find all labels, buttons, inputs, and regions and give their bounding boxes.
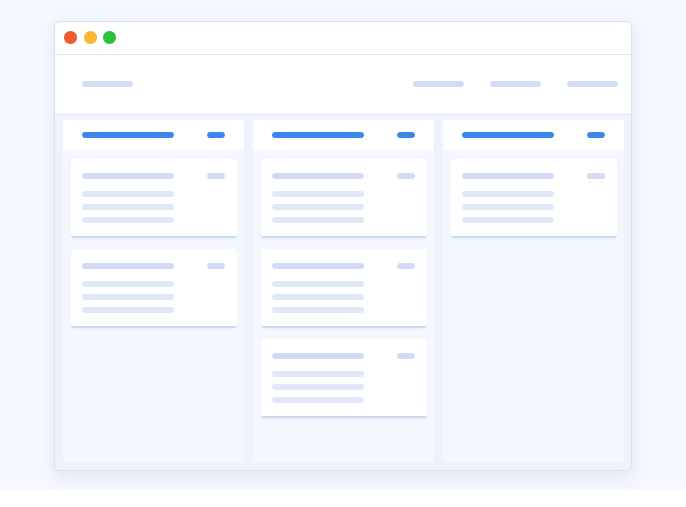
- card-title-placeholder: [82, 173, 174, 179]
- column-count-badge: [207, 132, 225, 138]
- card-text-line: [272, 397, 364, 403]
- task-card[interactable]: [261, 339, 427, 418]
- window-titlebar: [55, 22, 631, 55]
- app-window: [54, 21, 632, 471]
- board-column-3: [443, 120, 624, 462]
- close-window-button[interactable]: [64, 31, 77, 44]
- task-card[interactable]: [71, 159, 237, 238]
- column-header: [63, 120, 244, 150]
- nav-logo-placeholder[interactable]: [82, 81, 133, 87]
- column-title-placeholder[interactable]: [82, 132, 174, 138]
- card-text-line: [272, 371, 364, 377]
- card-text-line: [462, 191, 554, 197]
- card-title-placeholder: [272, 263, 364, 269]
- board-column-2: [253, 120, 434, 462]
- card-text-line: [82, 204, 174, 210]
- card-text-line: [462, 217, 554, 223]
- card-text-line: [82, 281, 174, 287]
- card-title-placeholder: [462, 173, 554, 179]
- column-count-badge: [397, 132, 415, 138]
- kanban-board: [55, 115, 631, 470]
- task-card[interactable]: [261, 159, 427, 238]
- task-card[interactable]: [451, 159, 617, 238]
- card-text-line: [272, 307, 364, 313]
- column-title-placeholder[interactable]: [462, 132, 554, 138]
- nav-link-placeholder-1[interactable]: [413, 81, 464, 87]
- card-text-line: [272, 204, 364, 210]
- task-card[interactable]: [261, 249, 427, 328]
- column-title-placeholder[interactable]: [272, 132, 364, 138]
- card-text-line: [82, 294, 174, 300]
- card-title-placeholder: [82, 263, 174, 269]
- card-badge-placeholder: [397, 173, 415, 179]
- card-badge-placeholder: [207, 263, 225, 269]
- column-header: [443, 120, 624, 150]
- card-text-line: [462, 204, 554, 210]
- task-card[interactable]: [71, 249, 237, 328]
- top-navbar: [55, 55, 631, 115]
- card-title-placeholder: [272, 173, 364, 179]
- card-text-line: [272, 294, 364, 300]
- card-text-line: [82, 191, 174, 197]
- column-header: [253, 120, 434, 150]
- column-count-badge: [587, 132, 605, 138]
- card-badge-placeholder: [397, 263, 415, 269]
- card-badge-placeholder: [207, 173, 225, 179]
- card-text-line: [272, 281, 364, 287]
- card-text-line: [82, 217, 174, 223]
- card-text-line: [82, 307, 174, 313]
- card-text-line: [272, 384, 364, 390]
- nav-link-placeholder-2[interactable]: [490, 81, 541, 87]
- board-column-1: [63, 120, 244, 462]
- nav-link-placeholder-3[interactable]: [567, 81, 618, 87]
- maximize-window-button[interactable]: [103, 31, 116, 44]
- card-badge-placeholder: [397, 353, 415, 359]
- card-text-line: [272, 191, 364, 197]
- card-text-line: [272, 217, 364, 223]
- card-badge-placeholder: [587, 173, 605, 179]
- minimize-window-button[interactable]: [84, 31, 97, 44]
- card-title-placeholder: [272, 353, 364, 359]
